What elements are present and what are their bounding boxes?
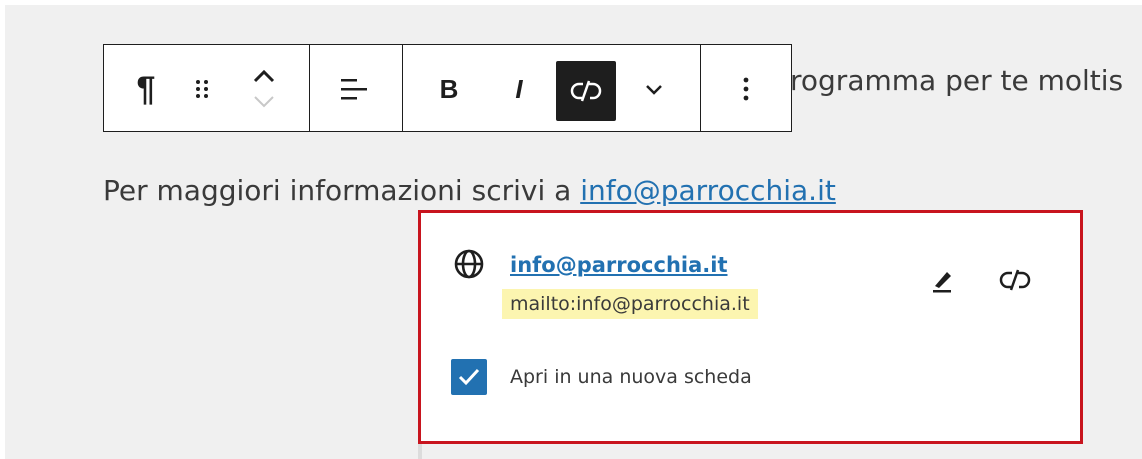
- unlink-icon: [570, 80, 602, 102]
- italic-button[interactable]: I: [497, 67, 541, 111]
- toolbar-divider: [402, 45, 403, 131]
- paragraph-prefix: Per maggiori informazioni scrivi a: [103, 174, 581, 207]
- link-preview-url: mailto:info@parrocchia.it: [502, 289, 758, 319]
- drag-handle-icon: [196, 80, 208, 98]
- move-down-icon: [254, 96, 274, 108]
- unlink-button[interactable]: [556, 61, 616, 121]
- options-button[interactable]: [724, 67, 768, 111]
- remove-link-button[interactable]: [993, 262, 1037, 298]
- kebab-menu-icon: [743, 77, 749, 101]
- chevron-down-icon: [646, 85, 662, 95]
- align-icon: [341, 79, 367, 100]
- paragraph-text-bottom[interactable]: Per maggiori informazioni scrivi a info@…: [103, 174, 836, 207]
- email-link[interactable]: info@parrocchia.it: [580, 174, 836, 207]
- move-up-button[interactable]: [244, 63, 284, 89]
- move-down-button[interactable]: [244, 89, 284, 115]
- bold-label: B: [439, 73, 459, 104]
- paragraph-block-button[interactable]: ¶: [124, 67, 168, 111]
- align-button[interactable]: [332, 67, 376, 111]
- link-preview-title[interactable]: info@parrocchia.it: [510, 253, 728, 277]
- pencil-icon: [933, 272, 951, 293]
- open-new-tab-label[interactable]: Apri in una nuova scheda: [510, 366, 752, 388]
- edit-link-button[interactable]: [925, 262, 961, 298]
- checkmark-icon: [458, 368, 480, 386]
- more-formatting-button[interactable]: [634, 67, 674, 111]
- toolbar-divider: [700, 45, 701, 131]
- toolbar-divider: [309, 45, 310, 131]
- paragraph-text-top[interactable]: rogramma per te moltis: [790, 64, 1123, 97]
- block-toolbar: ¶ B I: [103, 44, 792, 132]
- move-up-icon: [253, 69, 275, 83]
- open-new-tab-checkbox[interactable]: [451, 359, 487, 395]
- bold-button[interactable]: B: [427, 67, 471, 111]
- italic-label: I: [515, 73, 523, 104]
- globe-icon: [454, 249, 484, 279]
- unlink-icon: [999, 269, 1031, 291]
- drag-handle-button[interactable]: [184, 67, 220, 111]
- paragraph-icon: ¶: [136, 70, 156, 108]
- link-popover: [418, 210, 1083, 444]
